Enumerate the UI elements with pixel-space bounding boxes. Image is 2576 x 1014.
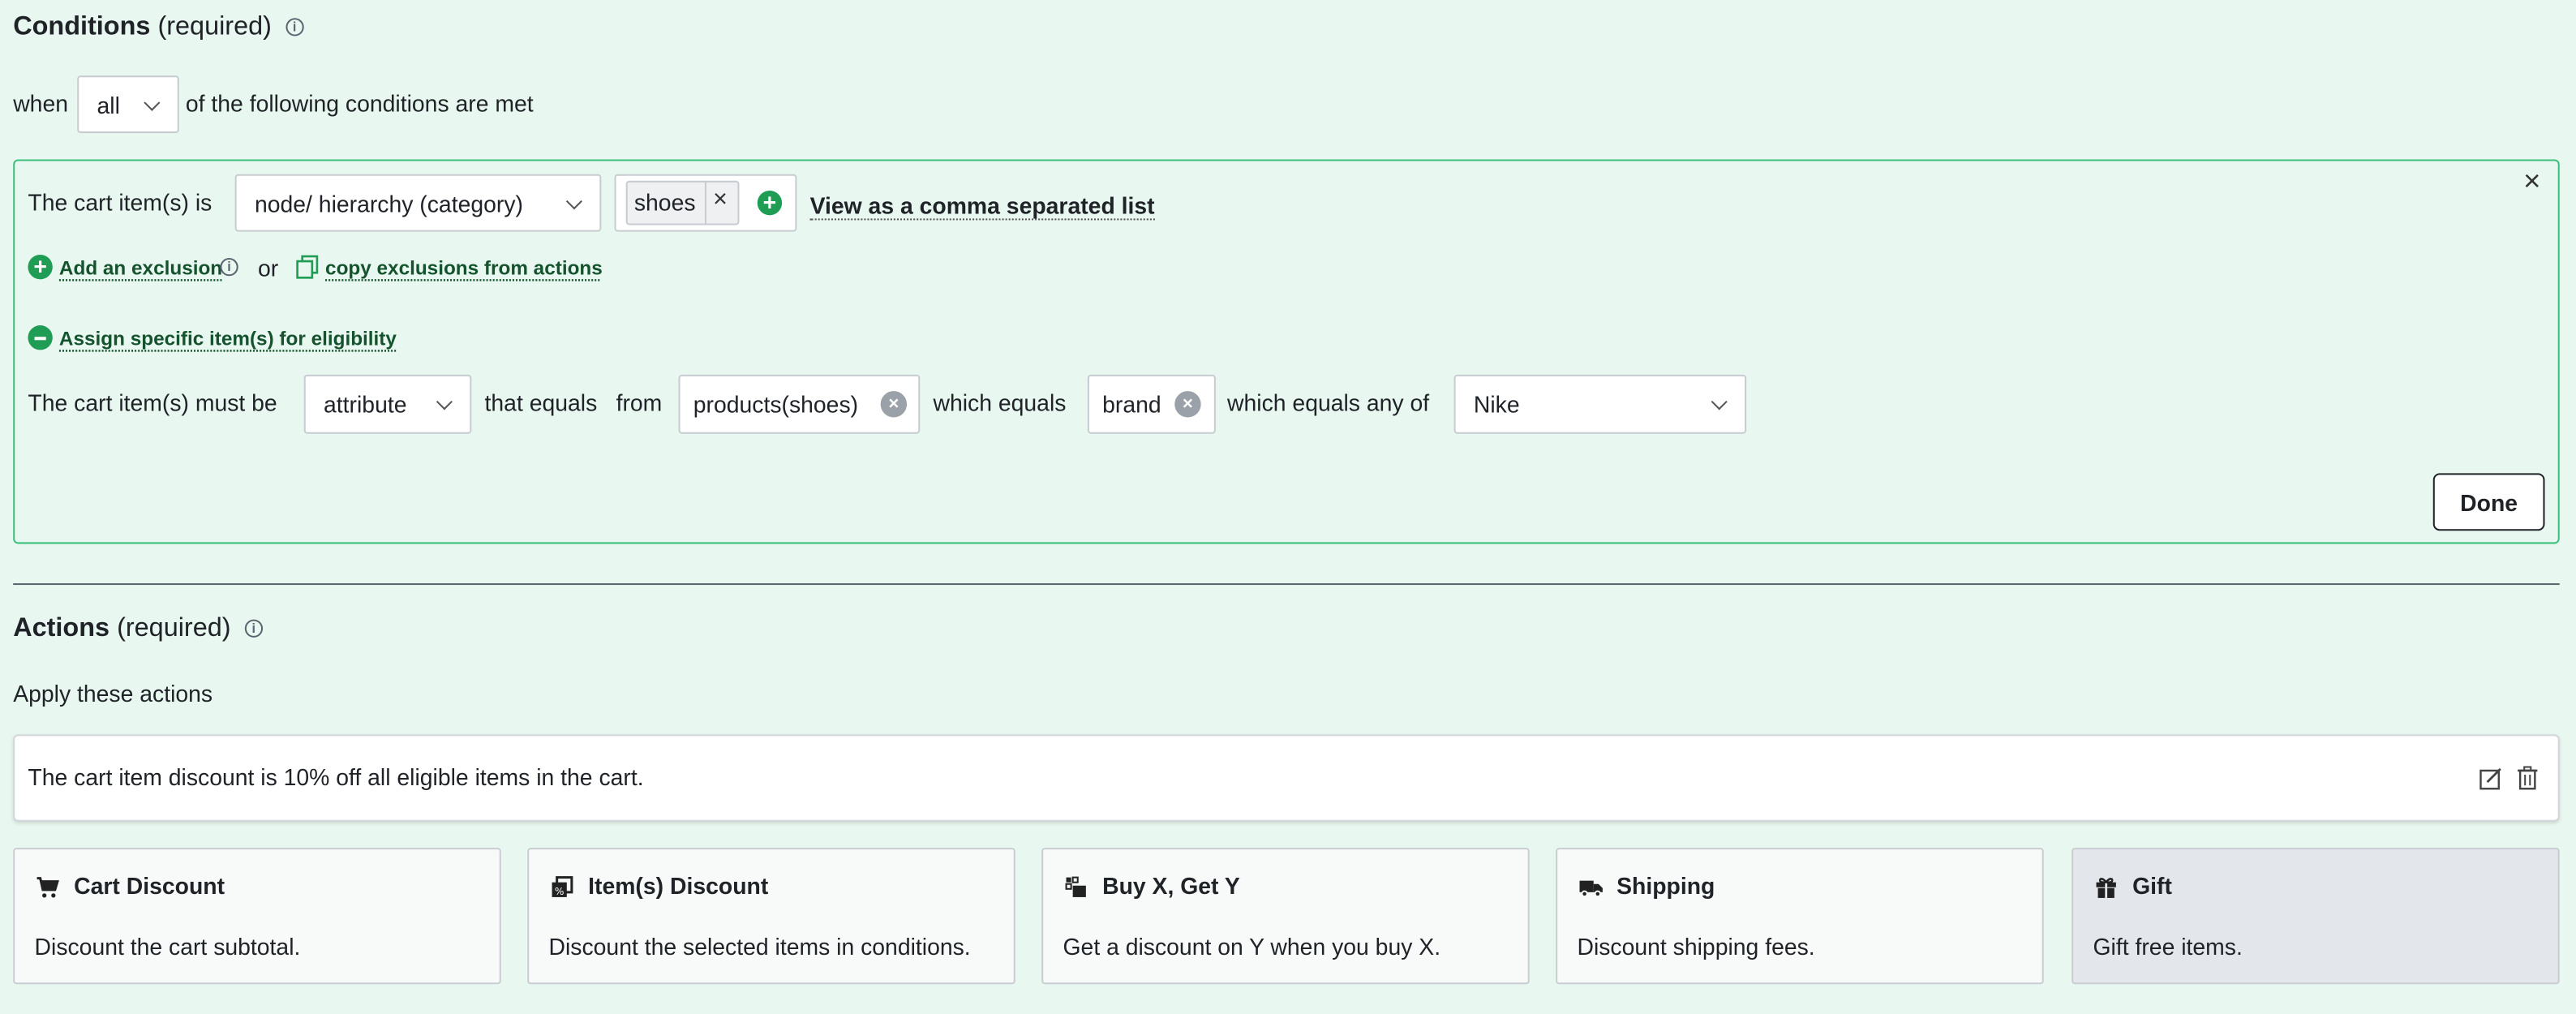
item-type-select[interactable]: node/ hierarchy (category): [234, 174, 602, 232]
chevron-down-icon: [436, 393, 453, 410]
card-title: Item(s) Discount: [588, 872, 769, 899]
which-equals-any-label: which equals any of: [1227, 389, 1430, 416]
shipping-card[interactable]: Shipping Discount shipping fees.: [1556, 848, 2044, 985]
conditions-suffix: of the following conditions are met: [185, 90, 534, 117]
value-select[interactable]: Nike: [1453, 374, 1747, 434]
trash-icon[interactable]: [2517, 766, 2538, 790]
gift-card[interactable]: Gift Gift free items.: [2072, 848, 2560, 985]
info-icon[interactable]: i: [244, 620, 263, 638]
info-icon[interactable]: i: [220, 258, 238, 277]
card-title: Gift: [2132, 872, 2172, 899]
item-type-select-value: node/ hierarchy (category): [254, 189, 523, 217]
card-title: Buy X, Get Y: [1102, 872, 1240, 899]
attribute-chip-label: brand: [1102, 391, 1161, 418]
must-be-label: The cart item(s) must be: [28, 389, 277, 416]
section-divider: [13, 583, 2560, 586]
match-select[interactable]: all: [77, 75, 179, 134]
conditions-required: (required): [157, 13, 272, 41]
cart-discount-card[interactable]: Cart Discount Discount the cart subtotal…: [13, 848, 501, 985]
actions-title: Actions: [13, 614, 110, 642]
which-equals-label: which equals: [933, 389, 1067, 416]
copy-icon[interactable]: [296, 255, 319, 279]
add-exclusion-icon[interactable]: +: [28, 255, 53, 280]
cart-icon: [36, 876, 59, 899]
add-tag-icon[interactable]: +: [757, 190, 783, 216]
view-comma-list-link[interactable]: View as a comma separated list: [809, 192, 1155, 221]
clear-source-icon[interactable]: ×: [880, 391, 908, 418]
source-chip-label: products(shoes): [693, 391, 859, 418]
remove-eligibility-icon[interactable]: [28, 325, 53, 350]
card-title: Cart Discount: [74, 872, 225, 899]
when-label: when: [13, 90, 68, 117]
buy-get-icon: [1065, 876, 1088, 899]
attribute-select-value: attribute: [324, 391, 407, 418]
conditions-heading: Conditions (required) i: [13, 13, 304, 42]
items-icon: %: [551, 876, 573, 899]
assign-specific-link[interactable]: Assign specific item(s) for eligibility: [59, 327, 397, 350]
chevron-down-icon: [565, 192, 582, 209]
card-description: Discount the cart subtotal.: [34, 933, 301, 960]
tag-chip-divider: [704, 180, 706, 226]
match-select-value: all: [97, 91, 120, 118]
card-title: Shipping: [1616, 872, 1715, 899]
chevron-down-icon: [144, 93, 161, 110]
existing-action-text: The cart item discount is 10% off all el…: [28, 763, 644, 791]
that-equals-label: that equals: [484, 389, 598, 416]
buy-get-card[interactable]: Buy X, Get Y Get a discount on Y when yo…: [1041, 848, 1530, 985]
actions-heading: Actions (required) i: [13, 615, 263, 644]
card-description: Discount shipping fees.: [1577, 933, 1815, 960]
svg-text:%: %: [555, 886, 565, 897]
conditions-title: Conditions: [13, 13, 151, 41]
or-label: or: [258, 254, 279, 281]
actions-required: (required): [117, 614, 231, 642]
clear-attribute-icon[interactable]: ×: [1174, 391, 1201, 418]
card-description: Gift free items.: [2093, 933, 2243, 960]
info-icon[interactable]: i: [286, 18, 304, 37]
attribute-select[interactable]: attribute: [303, 374, 472, 434]
gift-icon: [2095, 876, 2118, 899]
done-button[interactable]: Done: [2432, 473, 2545, 531]
from-label: from: [616, 389, 663, 416]
items-discount-card[interactable]: % Item(s) Discount Discount the selected…: [527, 848, 1015, 985]
copy-exclusions-link[interactable]: copy exclusions from actions: [325, 256, 603, 279]
cart-item-label: The cart item(s) is: [28, 188, 213, 216]
card-description: Get a discount on Y when you buy X.: [1063, 933, 1441, 960]
chevron-down-icon: [1711, 393, 1728, 410]
add-exclusion-link[interactable]: Add an exclusion: [59, 256, 222, 279]
tag-remove-icon[interactable]: ×: [713, 186, 728, 213]
close-condition-icon[interactable]: ×: [2523, 165, 2540, 200]
truck-icon: [1579, 876, 1603, 899]
card-description: Discount the selected items in condition…: [548, 933, 971, 960]
tag-chip-label: shoes: [633, 188, 696, 216]
value-select-value: Nike: [1473, 391, 1520, 418]
edit-icon[interactable]: [2479, 767, 2501, 790]
actions-subtitle: Apply these actions: [13, 680, 213, 707]
